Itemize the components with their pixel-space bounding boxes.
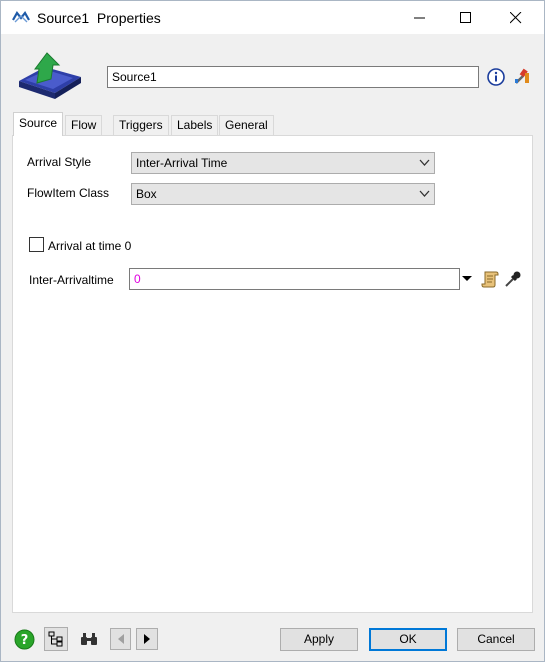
tab-source[interactable]: Source — [13, 112, 64, 136]
tab-label: Source — [19, 116, 58, 130]
tab-triggers[interactable]: Triggers — [113, 115, 169, 135]
window-title: Source1 Properties — [37, 10, 161, 26]
arrival-style-value: Inter-Arrival Time — [136, 156, 228, 170]
script-edit-icon[interactable] — [481, 270, 499, 288]
source-tab-panel — [12, 135, 533, 613]
tree-view-icon — [48, 631, 63, 647]
inter-arrival-time-input[interactable]: 0 — [129, 268, 460, 290]
binoculars-icon — [81, 633, 97, 645]
tab-flow[interactable]: Flow — [65, 115, 103, 135]
flowitem-class-select[interactable]: Box — [131, 183, 435, 205]
tab-label: Labels — [177, 118, 213, 132]
close-button[interactable] — [493, 1, 539, 34]
arrival-style-label: Arrival Style — [27, 155, 92, 169]
close-icon — [510, 11, 522, 23]
cancel-button[interactable]: Cancel — [457, 628, 535, 651]
svg-text:?: ? — [21, 633, 29, 648]
previous-button[interactable] — [110, 628, 131, 650]
flowitem-class-label: FlowItem Class — [27, 186, 110, 200]
arrival-at-time-zero-checkbox[interactable] — [29, 237, 44, 252]
tab-general[interactable]: General — [219, 115, 274, 135]
tree-view-button[interactable] — [44, 627, 68, 651]
dropdown-arrow-icon[interactable] — [461, 271, 473, 285]
minimize-icon — [414, 17, 425, 18]
tab-label: General — [225, 118, 268, 132]
inter-arrival-time-label: Inter-Arrivaltime — [29, 273, 114, 287]
arrow-right-icon — [144, 634, 150, 644]
arrival-style-select[interactable]: Inter-Arrival Time — [131, 152, 435, 174]
help-icon[interactable]: ? — [14, 629, 35, 650]
apply-button[interactable]: Apply — [280, 628, 358, 651]
tab-labels[interactable]: Labels — [171, 115, 219, 135]
properties-window: Source1 Properties Source1 Source Flow T… — [0, 0, 545, 662]
next-button[interactable] — [136, 628, 158, 650]
object-name-input[interactable]: Source1 — [107, 66, 479, 88]
maximize-icon — [460, 11, 471, 23]
tab-label: Flow — [71, 118, 97, 132]
tools-icon[interactable] — [513, 67, 531, 85]
maximize-button[interactable] — [443, 1, 489, 34]
find-button[interactable] — [77, 627, 101, 651]
arrival-at-time-zero-label: Arrival at time 0 — [48, 239, 132, 253]
eyedropper-icon[interactable] — [504, 270, 522, 288]
flowitem-class-value: Box — [136, 187, 157, 201]
title-bar: Source1 Properties — [1, 1, 544, 34]
source-object-icon — [19, 52, 81, 99]
tab-label: Triggers — [119, 118, 163, 132]
chevron-down-icon — [419, 159, 430, 166]
arrow-left-icon — [117, 634, 124, 644]
flexsim-logo-icon — [12, 11, 30, 23]
minimize-button[interactable] — [397, 1, 443, 34]
ok-button[interactable]: OK — [369, 628, 447, 651]
info-icon[interactable] — [487, 68, 505, 86]
chevron-down-icon — [419, 190, 430, 197]
